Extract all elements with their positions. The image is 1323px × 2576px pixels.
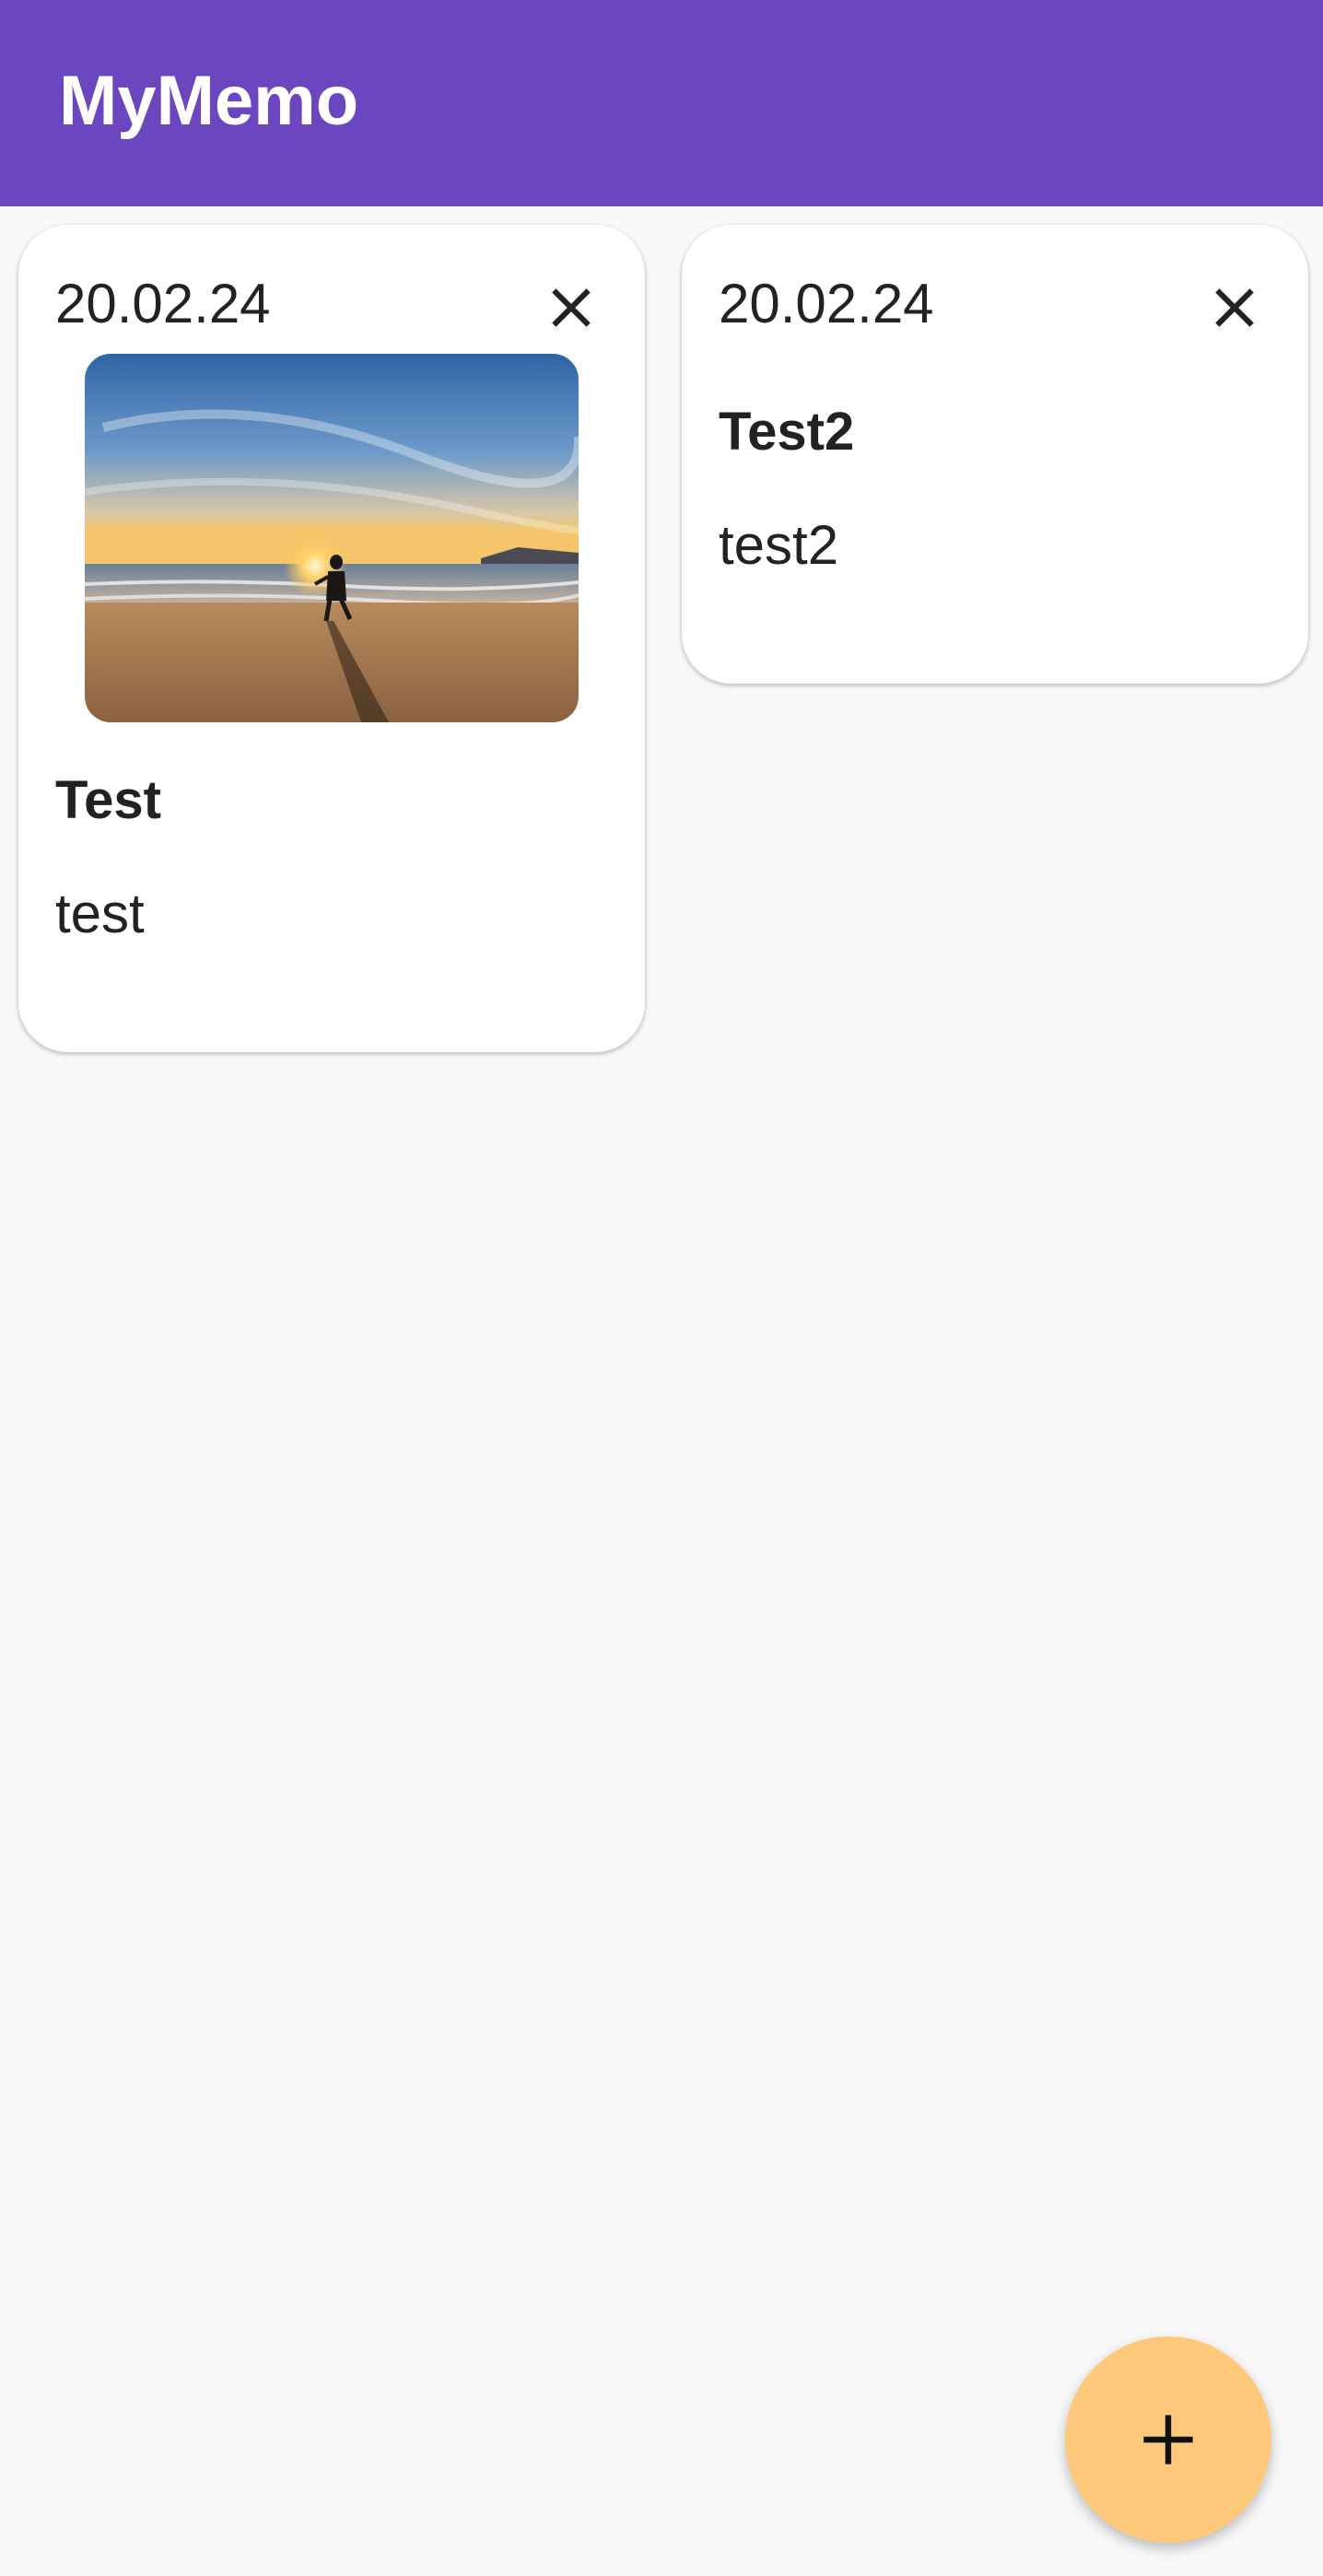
note-date: 20.02.24 [719, 273, 934, 334]
plus-icon [1143, 2415, 1193, 2465]
app-title: MyMemo [59, 62, 359, 140]
app-bar: MyMemo [0, 0, 1323, 206]
note-date: 20.02.24 [55, 273, 271, 334]
close-icon [1215, 288, 1254, 327]
note-image[interactable] [85, 354, 579, 722]
note-title: Test [55, 770, 161, 830]
delete-note-button[interactable] [1198, 271, 1271, 345]
beach-sunset-photo [85, 354, 579, 722]
delete-note-button[interactable] [534, 271, 608, 345]
note-body: test [55, 883, 145, 944]
close-icon [552, 288, 591, 327]
note-card[interactable]: 20.02.24 Test2 test2 [682, 225, 1308, 684]
note-title: Test2 [719, 402, 855, 462]
add-note-button[interactable] [1065, 2336, 1271, 2543]
note-body: test2 [719, 514, 839, 576]
note-card[interactable]: 20.02.24 Test test [18, 225, 645, 1052]
